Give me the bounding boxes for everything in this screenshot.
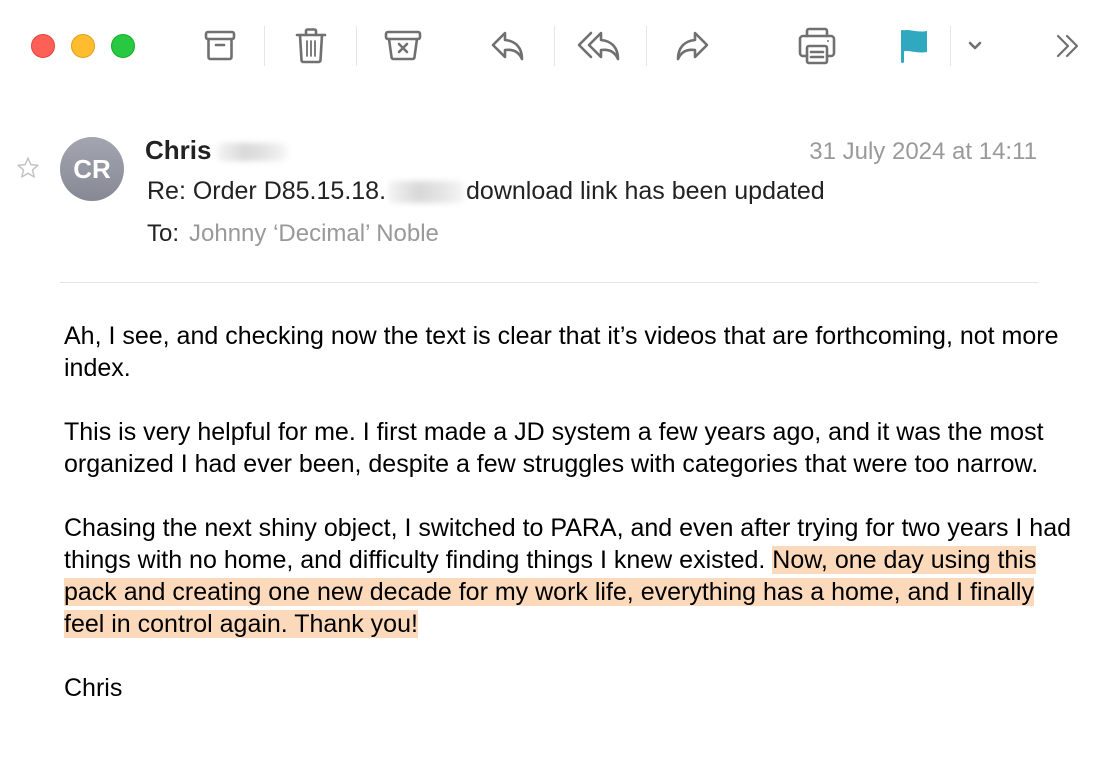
body-paragraph: Ah, I see, and checking now the text is … [64,322,1059,382]
reply-all-button[interactable] [576,24,626,68]
double-chevron-right-icon [1056,34,1079,58]
message-date: 31 July 2024 at 14:11 [809,138,1037,165]
subject-suffix: download link has been updated [466,177,825,205]
recipient-name[interactable]: Johnny ‘Decimal’ Noble [189,220,439,247]
forward-button[interactable] [670,24,714,68]
forward-icon [676,31,709,61]
trash-icon [295,28,327,64]
window-zoom-button[interactable] [111,34,135,58]
star-message-button[interactable] [16,156,40,180]
message-subject: Re: Order D85.15.18. download link has be… [147,177,825,206]
archive-box-icon [204,30,236,61]
sender-first-name: Chris [145,135,212,165]
sender-avatar: CR [60,137,124,201]
message-body: Ah, I see, and checking now the text is … [64,320,1074,736]
flag-icon [901,30,927,63]
header-divider [60,282,1038,283]
reply-button[interactable] [486,24,530,68]
redacted-last-name [217,143,288,162]
recipient-line: To: Johnny ‘Decimal’ Noble [147,220,439,248]
toolbar-separator [950,26,951,66]
to-label: To: [147,220,180,247]
chevron-down-icon [968,41,982,50]
window-close-button[interactable] [31,34,55,58]
window-minimize-button[interactable] [71,34,95,58]
toolbar-separator [356,26,357,66]
star-icon [17,157,39,178]
junk-box-icon [384,30,422,61]
more-toolbar-items-button[interactable] [1048,24,1088,68]
reply-all-icon [577,31,620,61]
reply-icon [491,31,524,61]
avatar-initials: CR [73,153,111,184]
body-paragraph: Chasing the next shiny object, I switche… [64,512,1074,640]
toolbar-separator [554,26,555,66]
print-button[interactable] [794,24,840,68]
printer-icon [798,27,836,65]
archive-button[interactable] [198,24,242,68]
move-to-junk-button[interactable] [380,24,426,68]
delete-button[interactable] [289,24,333,68]
flag-menu-button[interactable] [962,24,988,68]
signature: Chris [64,674,123,702]
toolbar-separator [646,26,647,66]
toolbar-separator [264,26,265,66]
sender-name[interactable]: Chris [145,135,288,166]
flag-button[interactable] [894,24,934,68]
redacted-order-number [388,181,465,204]
toolbar [0,0,1098,92]
body-paragraph: This is very helpful for me. I first mad… [64,418,1044,478]
subject-prefix: Re: Order D85.15.18. [147,177,387,205]
